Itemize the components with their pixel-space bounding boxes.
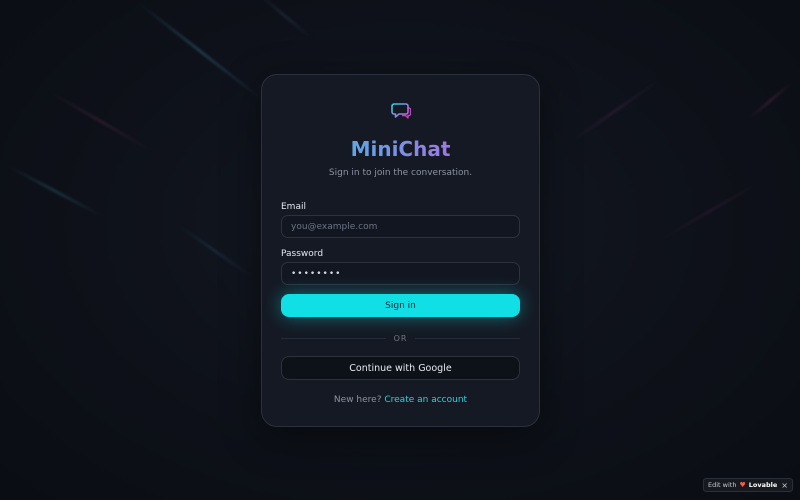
badge-prefix: Edit with [708, 481, 737, 489]
signup-prompt-text: New here? [333, 395, 382, 405]
or-divider: OR [281, 331, 521, 345]
email-field[interactable] [281, 215, 520, 238]
app-subtitle: Sign in to join the conversation. [328, 168, 473, 178]
email-label: Email [281, 202, 306, 212]
light-streak [5, 164, 105, 218]
password-label: Password [281, 249, 324, 259]
divider-text: OR [393, 333, 408, 343]
light-streak [47, 90, 153, 152]
signup-prompt: New here? Create an account [262, 395, 539, 405]
google-signin-button[interactable]: Continue with Google [281, 356, 520, 380]
light-streak [136, 0, 264, 102]
light-streak [177, 224, 253, 278]
badge-brand: Lovable [748, 481, 778, 489]
divider-line [281, 337, 386, 339]
signin-card: MiniChat Sign in to join the conversatio… [261, 74, 540, 427]
light-streak [257, 0, 313, 40]
password-field[interactable] [281, 262, 520, 285]
edit-with-lovable-badge[interactable]: Edit with ♥ Lovable × [703, 478, 793, 492]
heart-icon: ♥ [739, 481, 746, 489]
light-streak [746, 80, 794, 122]
light-streak [569, 78, 661, 144]
create-account-link[interactable]: Create an account [384, 395, 467, 405]
logo [262, 102, 539, 120]
app-title: MiniChat [262, 137, 539, 161]
chat-bubbles-icon [390, 103, 411, 119]
close-icon[interactable]: × [781, 481, 788, 490]
divider-line [415, 337, 521, 339]
signin-button[interactable]: Sign in [281, 294, 520, 317]
light-streak [657, 180, 763, 242]
